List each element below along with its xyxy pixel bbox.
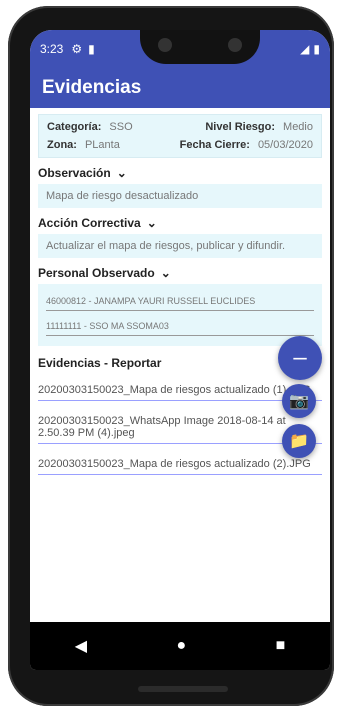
front-camera-icon [158, 38, 172, 52]
status-time: 3:23 [40, 42, 64, 56]
folder-icon: 📁 [289, 433, 309, 450]
battery-icon: ▮ [313, 42, 320, 56]
collapse-fab-button[interactable]: – [278, 336, 322, 380]
personal-list: 46000812 - JANAMPA YAURI RUSSELL EUCLIDE… [38, 284, 322, 346]
fecha-label: Fecha Cierre: [179, 139, 250, 151]
back-icon[interactable]: ◀ [75, 636, 87, 656]
page-title: Evidencias [42, 77, 142, 98]
evidencia-file[interactable]: 20200303150023_WhatsApp Image 2018-08-14… [38, 411, 322, 444]
zona-value: PLanta [84, 139, 120, 151]
personal-header[interactable]: Personal Observado ⌄ [38, 266, 322, 280]
accion-section: Acción Correctiva ⌄ Actualizar el mapa d… [38, 216, 322, 258]
minus-icon: – [293, 344, 307, 371]
evidencia-file[interactable]: 20200303150023_Mapa de riesgos actualiza… [38, 454, 322, 475]
observacion-title: Observación [38, 166, 111, 180]
camera-icon: 📷 [289, 393, 309, 410]
lock-icon: ▮ [88, 42, 95, 56]
categoria-label: Categoría: [47, 121, 102, 133]
camera-fab-button[interactable]: 📷 [282, 384, 316, 418]
gear-icon: ⚙ [71, 42, 83, 56]
observacion-header[interactable]: Observación ⌄ [38, 166, 322, 180]
folder-fab-button[interactable]: 📁 [282, 424, 316, 458]
system-nav-bar: ◀ ● ■ [30, 622, 330, 670]
categoria-value: SSO [109, 121, 133, 133]
personal-line[interactable]: 46000812 - JANAMPA YAURI RUSSELL EUCLIDE… [46, 292, 314, 311]
accion-header[interactable]: Acción Correctiva ⌄ [38, 216, 322, 230]
front-sensor-icon [228, 38, 242, 52]
zona-label: Zona: [47, 139, 77, 151]
nivel-value: Medio [283, 121, 313, 133]
chevron-down-icon[interactable]: ⌄ [161, 266, 171, 280]
recents-icon[interactable]: ■ [276, 637, 286, 655]
accion-text: Actualizar el mapa de riesgos, publicar … [38, 234, 322, 258]
evidencia-file[interactable]: 20200303150023_Mapa de riesgos actualiza… [38, 380, 322, 401]
chevron-down-icon[interactable]: ⌄ [147, 216, 157, 230]
signal-icon: ◢ [300, 42, 310, 56]
app-bar: Evidencias [30, 68, 330, 108]
bottom-speaker [138, 686, 228, 692]
home-icon[interactable]: ● [176, 637, 186, 655]
details-card: Categoría: SSO Nivel Riesgo: Medio Zona:… [38, 114, 322, 158]
accion-title: Acción Correctiva [38, 216, 141, 230]
phone-screen: 3:23 ⚙ ▮ ◢ ▮ Evidencias Categoría: SSO N… [30, 30, 330, 670]
nivel-label: Nivel Riesgo: [205, 121, 276, 133]
observacion-section: Observación ⌄ Mapa de riesgo desactualiz… [38, 166, 322, 208]
observacion-text: Mapa de riesgo desactualizado [38, 184, 322, 208]
phone-frame: 3:23 ⚙ ▮ ◢ ▮ Evidencias Categoría: SSO N… [8, 6, 334, 706]
chevron-down-icon[interactable]: ⌄ [117, 166, 127, 180]
evidencias-section: Evidencias - Reportar 20200303150023_Map… [38, 356, 322, 475]
notch [140, 30, 260, 64]
personal-title: Personal Observado [38, 266, 155, 280]
personal-line[interactable]: 11111111 - SSO MA SSOMA03 [46, 317, 314, 336]
status-bar: 3:23 ⚙ ▮ ◢ ▮ [30, 30, 330, 68]
fecha-value: 05/03/2020 [257, 139, 313, 151]
personal-section: Personal Observado ⌄ 46000812 - JANAMPA … [38, 266, 322, 346]
